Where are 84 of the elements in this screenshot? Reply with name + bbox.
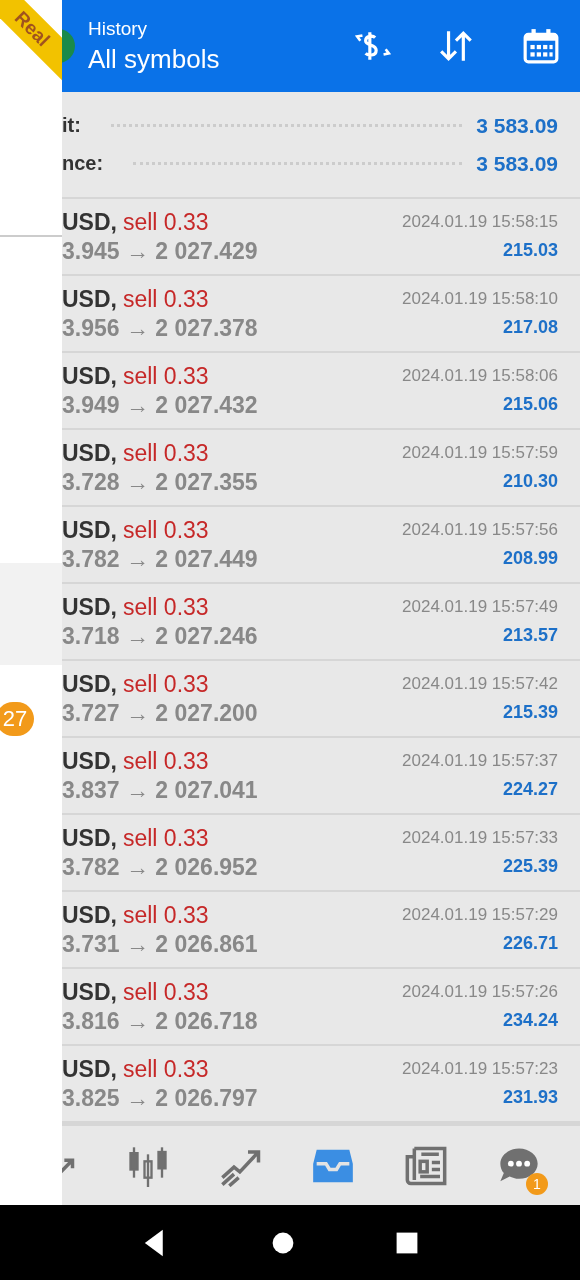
deal-symbol: USD, (62, 516, 117, 543)
deal-profit: 215.39 (501, 702, 558, 723)
deal-time: 2024.01.19 15:58:15 (402, 212, 558, 232)
deal-prices: 3.945 → 2 027.429 (62, 237, 258, 265)
avatar-icon (62, 29, 76, 63)
deal-time: 2024.01.19 15:57:29 (402, 905, 558, 925)
deal-row[interactable]: USD, sell 0.33 3.956 → 2 027.378 2024.01.19 15:58:10 217.08 (62, 276, 580, 353)
deal-symbol: USD, (62, 362, 117, 389)
counter-badge: 27 (0, 702, 34, 736)
deal-row[interactable]: USD, sell 0.33 3.945 → 2 027.429 2024.01.19 15:58:15 215.03 (62, 199, 580, 276)
summary-label: it: (62, 114, 81, 137)
calendar-icon[interactable] (522, 27, 560, 65)
deal-row[interactable]: USD, sell 0.33 3.728 → 2 027.355 2024.01.19 15:57:59 210.30 (62, 430, 580, 507)
deal-prices: 3.782 → 2 027.449 (62, 545, 258, 573)
deal-profit: 231.93 (501, 1087, 558, 1108)
deal-prices: 3.816 → 2 026.718 (62, 1007, 258, 1035)
deal-profit: 210.30 (501, 471, 558, 492)
deal-side: sell 0.33 (122, 670, 209, 697)
deal-prices: 3.949 → 2 027.432 (62, 391, 258, 419)
deal-side: sell 0.33 (122, 285, 209, 312)
deal-profit: 208.99 (501, 548, 558, 569)
deal-row[interactable]: USD, sell 0.33 3.718 → 2 027.246 2024.01.19 15:57:49 213.57 (62, 584, 580, 661)
deal-time: 2024.01.19 15:57:42 (402, 674, 558, 694)
deal-time: 2024.01.19 15:58:06 (402, 366, 558, 386)
deal-symbol: USD, (62, 824, 117, 851)
deal-profit: 224.27 (501, 779, 558, 800)
deal-time: 2024.01.19 15:57:56 (402, 520, 558, 540)
deal-side: sell 0.33 (122, 824, 209, 851)
deal-side: sell 0.33 (122, 593, 209, 620)
deal-prices: 3.825 → 2 026.797 (62, 1084, 258, 1112)
deal-side: sell 0.33 (122, 516, 209, 543)
deal-time: 2024.01.19 15:57:23 (402, 1059, 558, 1079)
deal-prices: 3.731 → 2 026.861 (62, 930, 258, 958)
deal-side: sell 0.33 (122, 901, 209, 928)
header-subtitle: History (88, 17, 149, 40)
deal-prices: 3.782 → 2 026.952 (62, 853, 258, 881)
deal-side: sell 0.33 (122, 978, 209, 1005)
newspaper-icon[interactable] (405, 1144, 448, 1187)
deal-profit: 213.57 (501, 625, 558, 646)
deal-row[interactable]: USD, sell 0.33 3.731 → 2 026.861 2024.01.19 15:57:29 226.71 (62, 892, 580, 969)
deal-symbol: USD, (62, 747, 117, 774)
deal-side: sell 0.33 (122, 362, 209, 389)
summary-label: nce: (62, 152, 104, 175)
deal-profit: 234.24 (501, 1010, 558, 1031)
deal-symbol: USD, (62, 593, 117, 620)
deal-prices: 3.727 → 2 027.200 (62, 699, 258, 727)
deal-symbol: USD, (62, 978, 117, 1005)
deal-symbol: USD, (62, 670, 117, 697)
candlestick-icon[interactable] (126, 1144, 169, 1187)
deal-prices: 3.718 → 2 027.246 (62, 622, 258, 650)
deal-row[interactable]: USD, sell 0.33 3.816 → 2 026.718 2024.01.19 15:57:26 234.24 (62, 969, 580, 1046)
deal-symbol: USD, (62, 285, 117, 312)
deal-time: 2024.01.19 15:57:26 (402, 982, 558, 1002)
deal-time: 2024.01.19 15:57:49 (402, 597, 558, 617)
deal-time: 2024.01.19 15:58:10 (402, 289, 558, 309)
deal-row[interactable]: USD, sell 0.33 3.727 → 2 027.200 2024.01.19 15:57:42 215.39 (62, 661, 580, 738)
summary-value: 3 583.09 (476, 113, 558, 138)
deal-profit: 217.08 (501, 317, 558, 338)
deal-profit: 215.03 (501, 240, 558, 261)
header-title[interactable]: All symbols (88, 43, 354, 75)
notification-badge: 1 (526, 1172, 548, 1195)
deal-symbol: USD, (62, 901, 117, 928)
deal-profit: 215.06 (501, 394, 558, 415)
summary-value: 3 583.09 (476, 151, 558, 176)
deal-row[interactable]: USD, sell 0.33 3.949 → 2 027.432 2024.01.19 15:58:06 215.06 (62, 353, 580, 430)
deal-side: sell 0.33 (122, 1055, 209, 1082)
deal-profit: 226.71 (501, 933, 558, 954)
deal-profit: 225.39 (501, 856, 558, 877)
deal-prices: 3.837 → 2 027.041 (62, 776, 258, 804)
deal-time: 2024.01.19 15:57:59 (402, 443, 558, 463)
deal-prices: 3.728 → 2 027.355 (62, 468, 258, 496)
deal-side: sell 0.33 (122, 208, 209, 235)
deal-row[interactable]: USD, sell 0.33 3.837 → 2 027.041 2024.01.19 15:57:37 224.27 (62, 738, 580, 815)
deal-time: 2024.01.19 15:57:33 (402, 828, 558, 848)
deal-symbol: USD, (62, 208, 117, 235)
deal-row[interactable]: USD, sell 0.33 3.782 → 2 027.449 2024.01.19 15:57:56 208.99 (62, 507, 580, 584)
deal-side: sell 0.33 (122, 747, 209, 774)
deal-symbol: USD, (62, 439, 117, 466)
deal-side: sell 0.33 (122, 439, 209, 466)
deal-time: 2024.01.19 15:57:37 (402, 751, 558, 771)
deal-symbol: USD, (62, 1055, 117, 1082)
deal-row[interactable]: USD, sell 0.33 3.782 → 2 026.952 2024.01.19 15:57:33 225.39 (62, 815, 580, 892)
deal-row[interactable]: USD, sell 0.33 3.825 → 2 026.797 2024.01.19 15:57:23 231.93 (62, 1046, 580, 1123)
deal-prices: 3.956 → 2 027.378 (62, 314, 258, 342)
